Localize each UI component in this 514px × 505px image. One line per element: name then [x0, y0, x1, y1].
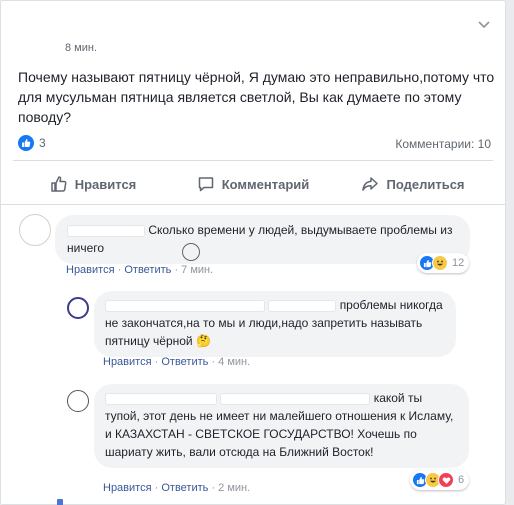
- post-card: 8 мин. Почему называют пятницу чёрной, Я…: [0, 0, 506, 505]
- speech-bubble-icon: [198, 177, 213, 192]
- share-arrow-icon: [362, 177, 379, 191]
- comment-reactions[interactable]: 12: [417, 253, 470, 273]
- comment-reactions[interactable]: 6: [410, 470, 470, 490]
- redacted-mention[interactable]: [220, 392, 371, 405]
- reactions-count: 12: [452, 257, 465, 269]
- post-likes-summary[interactable]: 3: [18, 135, 46, 151]
- chevron-down-icon[interactable]: [477, 17, 491, 31]
- likes-count: 3: [39, 136, 46, 150]
- avatar[interactable]: [67, 297, 89, 319]
- post-body: Почему называют пятницу чёрной, Я думаю …: [18, 69, 495, 125]
- comment-time[interactable]: 4 мин.: [218, 356, 250, 368]
- mouse-cursor-indicator: [182, 243, 200, 261]
- comment-button[interactable]: Комментарий: [173, 167, 333, 201]
- love-reaction-icon: [438, 472, 454, 488]
- comment-like-link[interactable]: Нравится: [66, 264, 115, 276]
- divider: [1, 204, 505, 205]
- comment-like-link[interactable]: Нравится: [103, 356, 152, 368]
- comment-reply-link[interactable]: Ответить: [161, 356, 208, 368]
- haha-reaction-icon: [432, 255, 448, 271]
- comment-button-label: Комментарий: [221, 176, 310, 192]
- comment-time[interactable]: 7 мин.: [181, 264, 213, 276]
- avatar[interactable]: [19, 214, 51, 246]
- comment-bubble: какой ты тупой, этот день не имеет ни ма…: [94, 384, 469, 468]
- avatar[interactable]: [67, 390, 89, 412]
- post-timestamp[interactable]: 8 мин.: [65, 42, 97, 54]
- like-reaction-icon: [18, 135, 34, 151]
- comment-reply-link[interactable]: Ответить: [161, 482, 208, 494]
- comment-bubble: проблемы никогда не закончатся,на то мы …: [94, 291, 456, 357]
- comment-bubble: Сколько времени у людей, выдумываете про…: [55, 215, 470, 264]
- divider: [13, 160, 493, 161]
- post-actions-bar: Нравится Комментарий Поделиться: [13, 167, 493, 201]
- redacted-mention[interactable]: [268, 299, 337, 312]
- thumbs-up-icon: [50, 176, 67, 192]
- like-button[interactable]: Нравится: [13, 167, 173, 201]
- comment-meta: Нравится · Ответить · 2 мин.: [103, 482, 251, 494]
- comment-reply-link[interactable]: Ответить: [124, 264, 171, 276]
- like-button-label: Нравится: [74, 176, 137, 192]
- comment-meta: Нравится · Ответить · 4 мин.: [103, 356, 251, 368]
- redacted-author-name[interactable]: [105, 392, 217, 405]
- redacted-author-name[interactable]: [105, 299, 265, 312]
- comments-count-link[interactable]: Комментарии: 10: [395, 137, 491, 151]
- redacted-author-name[interactable]: [67, 224, 145, 237]
- share-button-label: Поделиться: [386, 176, 465, 192]
- share-button[interactable]: Поделиться: [333, 167, 493, 201]
- comment-like-link[interactable]: Нравится: [103, 482, 152, 494]
- comment-meta: Нравится · Ответить · 7 мин.: [66, 264, 214, 276]
- reactions-count: 6: [458, 474, 465, 486]
- reply-indicator-icon: [57, 499, 63, 505]
- comment-time[interactable]: 2 мин.: [218, 482, 250, 494]
